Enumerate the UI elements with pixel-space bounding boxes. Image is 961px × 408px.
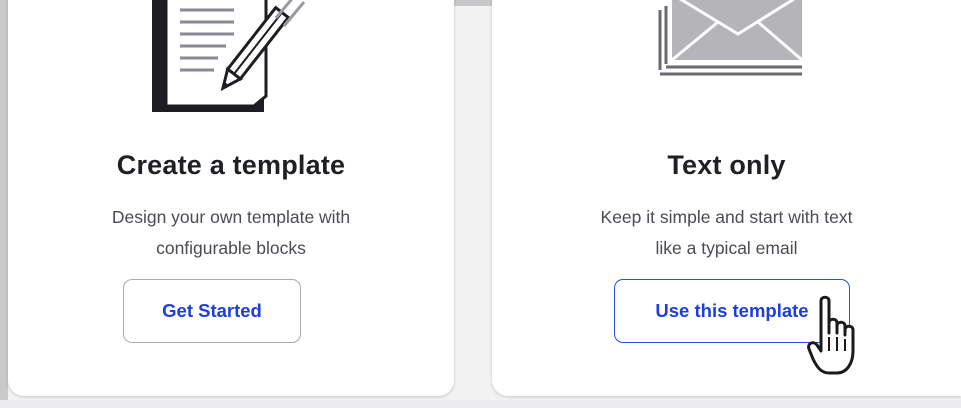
card-description: Design your own template with configurab…: [8, 202, 454, 264]
window-frame-left: [0, 0, 8, 408]
card-description-line: like a typical email: [655, 238, 798, 258]
create-template-card[interactable]: Create a template Design your own templa…: [8, 0, 454, 396]
card-description: Keep it simple and start with text like …: [492, 202, 961, 264]
hand-pointer-icon: [807, 293, 867, 388]
card-description-line: configurable blocks: [156, 238, 306, 258]
card-description-line: Design your own template with: [111, 207, 351, 227]
card-title: Text only: [667, 150, 786, 180]
document-pencil-icon: [138, 0, 308, 129]
window-frame-bottom: [0, 400, 961, 408]
get-started-button[interactable]: Get Started: [123, 279, 301, 343]
card-description-line: Keep it simple and start with text: [600, 207, 853, 227]
envelope-icon: [652, 0, 812, 115]
card-title: Create a template: [116, 150, 346, 180]
text-only-card[interactable]: Text only Keep it simple and start with …: [492, 0, 961, 396]
